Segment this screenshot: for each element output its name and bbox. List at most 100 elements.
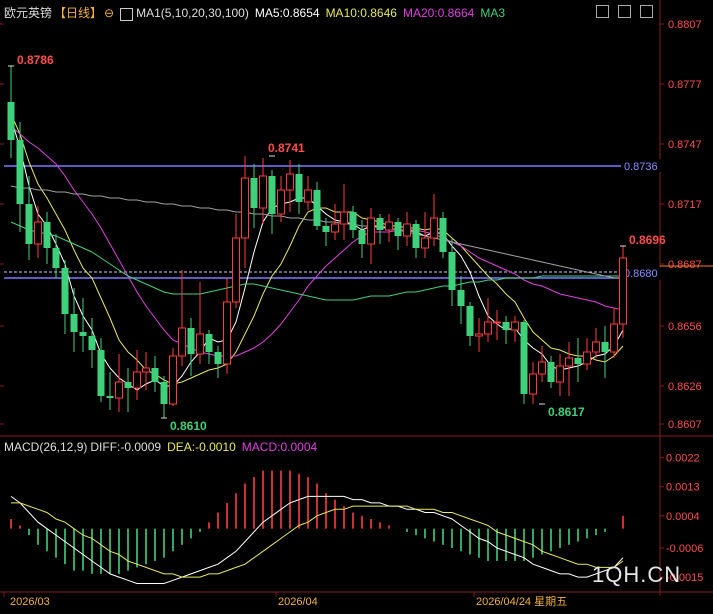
candle-body xyxy=(538,361,546,375)
zoom-icon[interactable] xyxy=(618,5,631,18)
candle-body xyxy=(313,190,321,226)
candle-body xyxy=(205,334,213,352)
symbol-title[interactable]: 欧元英镑 xyxy=(4,6,52,20)
candle-body xyxy=(250,178,258,208)
candle-body xyxy=(286,173,294,191)
candle-body xyxy=(349,212,357,230)
annotation-high1: 0.8786 xyxy=(17,53,54,67)
candle-body xyxy=(475,333,483,337)
candle-body xyxy=(448,252,456,290)
candle-body xyxy=(223,301,231,365)
candle-body xyxy=(376,218,384,230)
candle-body xyxy=(106,396,114,398)
candle-body xyxy=(133,371,141,389)
candle-body xyxy=(178,327,186,357)
candle-body xyxy=(25,204,33,244)
ma5-label: MA5:0.8654 xyxy=(254,6,320,20)
macd-params-label[interactable]: MACD(26,12,9) xyxy=(4,440,87,454)
candle-body xyxy=(457,290,465,306)
candle-body xyxy=(502,322,510,330)
ma-line-ma20 xyxy=(10,125,624,357)
candle-body xyxy=(412,224,420,248)
candle-body xyxy=(592,341,600,353)
candle-body xyxy=(259,175,267,209)
candle-body xyxy=(583,351,591,365)
annotation-high2: 0.8741 xyxy=(268,141,305,155)
candle-body xyxy=(394,222,402,236)
ma10-label: MA10:0.8646 xyxy=(325,6,397,20)
candle-body xyxy=(466,306,474,336)
candle-body xyxy=(367,217,375,245)
candle-body xyxy=(61,268,69,314)
candle-body xyxy=(214,352,222,364)
candle-body xyxy=(547,362,555,382)
candle-body xyxy=(115,381,123,399)
crosshair-icon[interactable] xyxy=(596,5,609,18)
macd-tick-label: 0.0022 xyxy=(666,453,700,465)
candle-body xyxy=(439,218,447,252)
candle-body xyxy=(403,223,411,237)
candle-body xyxy=(88,336,96,350)
ma-set-label[interactable]: MA1(5,10,20,30,100) xyxy=(136,6,249,20)
candle-body xyxy=(493,321,501,324)
candle-body xyxy=(430,217,438,239)
candle-body xyxy=(124,382,132,388)
candle-body xyxy=(232,237,240,303)
annotation-last_high: 0.8696 xyxy=(629,233,666,247)
candle-body xyxy=(16,140,24,204)
ma-toggle-icon[interactable] xyxy=(120,7,134,21)
candle-body xyxy=(79,332,87,336)
chart-header: 欧元英镑 【日线】 ⊖ MA1(5,10,20,30,100) MA5:0.86… xyxy=(4,6,506,21)
candle-body xyxy=(601,342,609,352)
price-tick-label: 0.8747 xyxy=(668,139,702,151)
date-label: 2026/04 xyxy=(278,596,318,608)
price-tick-label: 0.8717 xyxy=(668,199,702,211)
candle-body xyxy=(7,102,15,140)
annotation-low1: 0.8610 xyxy=(170,419,207,433)
candle-body xyxy=(520,322,528,394)
settings-circle-icon[interactable]: ⊖ xyxy=(104,6,114,20)
candle-body xyxy=(565,357,573,367)
candle-body xyxy=(187,328,195,354)
ma-line-ma5 xyxy=(10,117,624,391)
price-tick-label: 0.8777 xyxy=(668,79,702,91)
settings-icon[interactable] xyxy=(640,5,653,18)
price-tick-label: 0.8687 xyxy=(668,259,702,271)
candle-body xyxy=(484,321,492,335)
candle-body xyxy=(574,358,582,364)
candle-body xyxy=(196,333,204,355)
candle-body xyxy=(241,177,249,239)
macd-value-label: MACD:0.0004 xyxy=(241,440,318,454)
candle-body xyxy=(619,257,627,325)
macd-tick-label: -0.0006 xyxy=(666,543,703,555)
candle-body xyxy=(556,365,564,383)
candle-body xyxy=(277,189,285,215)
ma-line-ma30 xyxy=(10,221,623,301)
date-label: 2026/03 xyxy=(10,596,50,608)
candle-body xyxy=(34,221,42,245)
macd-diff-label: DIFF:-0.0009 xyxy=(90,440,162,454)
candle-body xyxy=(160,382,168,404)
candle-body xyxy=(169,355,177,405)
candle-body xyxy=(529,373,537,395)
chart-canvas: 0.8807 0.8777 0.8747 0.8717 0.8687 0.8656 0.86… xyxy=(0,0,713,608)
candle-body xyxy=(268,176,276,214)
macd-tick-label: 0.0004 xyxy=(666,511,700,523)
hline-mid-label: 0.8680 xyxy=(624,268,658,280)
price-tick-label: 0.8656 xyxy=(668,321,702,333)
candle-body xyxy=(340,211,348,225)
ma20-label: MA20:0.8664 xyxy=(402,6,475,20)
macd-tick-label: 0.0013 xyxy=(666,482,700,494)
candle-body xyxy=(70,314,78,332)
period-label[interactable]: 【日线】 xyxy=(54,6,102,20)
candle-body xyxy=(43,222,51,248)
candle-body xyxy=(52,248,60,268)
price-tick-label: 0.8807 xyxy=(668,19,702,31)
hline-top-label: 0.8736 xyxy=(624,161,658,173)
price-tick-label: 0.8607 xyxy=(668,419,702,431)
macd-header: MACD(26,12,9) DIFF:-0.0009 DEA:-0.0010 M… xyxy=(4,440,317,454)
ma3-label: MA3 xyxy=(480,6,506,20)
candle-body xyxy=(421,237,429,249)
candle-body xyxy=(151,368,159,382)
candle-body xyxy=(97,350,105,396)
